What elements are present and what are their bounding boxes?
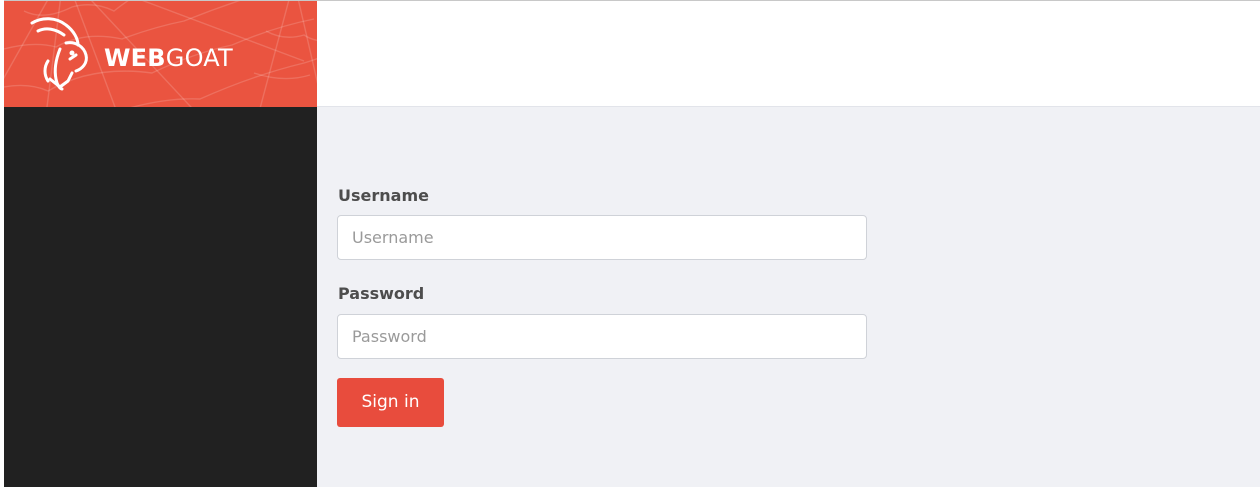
brand-header[interactable]: WEBGOAT [4, 1, 317, 107]
brand-name-light: GOAT [165, 44, 233, 72]
top-header-bar [317, 1, 1260, 107]
main-content: Username Password Sign in [317, 107, 1260, 487]
username-input[interactable] [337, 215, 867, 260]
brand-logo-text: WEBGOAT [104, 43, 233, 73]
sign-in-button[interactable]: Sign in [337, 378, 444, 427]
brand-name-bold: WEB [104, 44, 166, 72]
password-input[interactable] [337, 314, 867, 359]
username-label: Username [338, 186, 429, 205]
password-label: Password [338, 284, 425, 303]
sidebar [4, 107, 317, 487]
goat-head-icon [30, 17, 88, 91]
